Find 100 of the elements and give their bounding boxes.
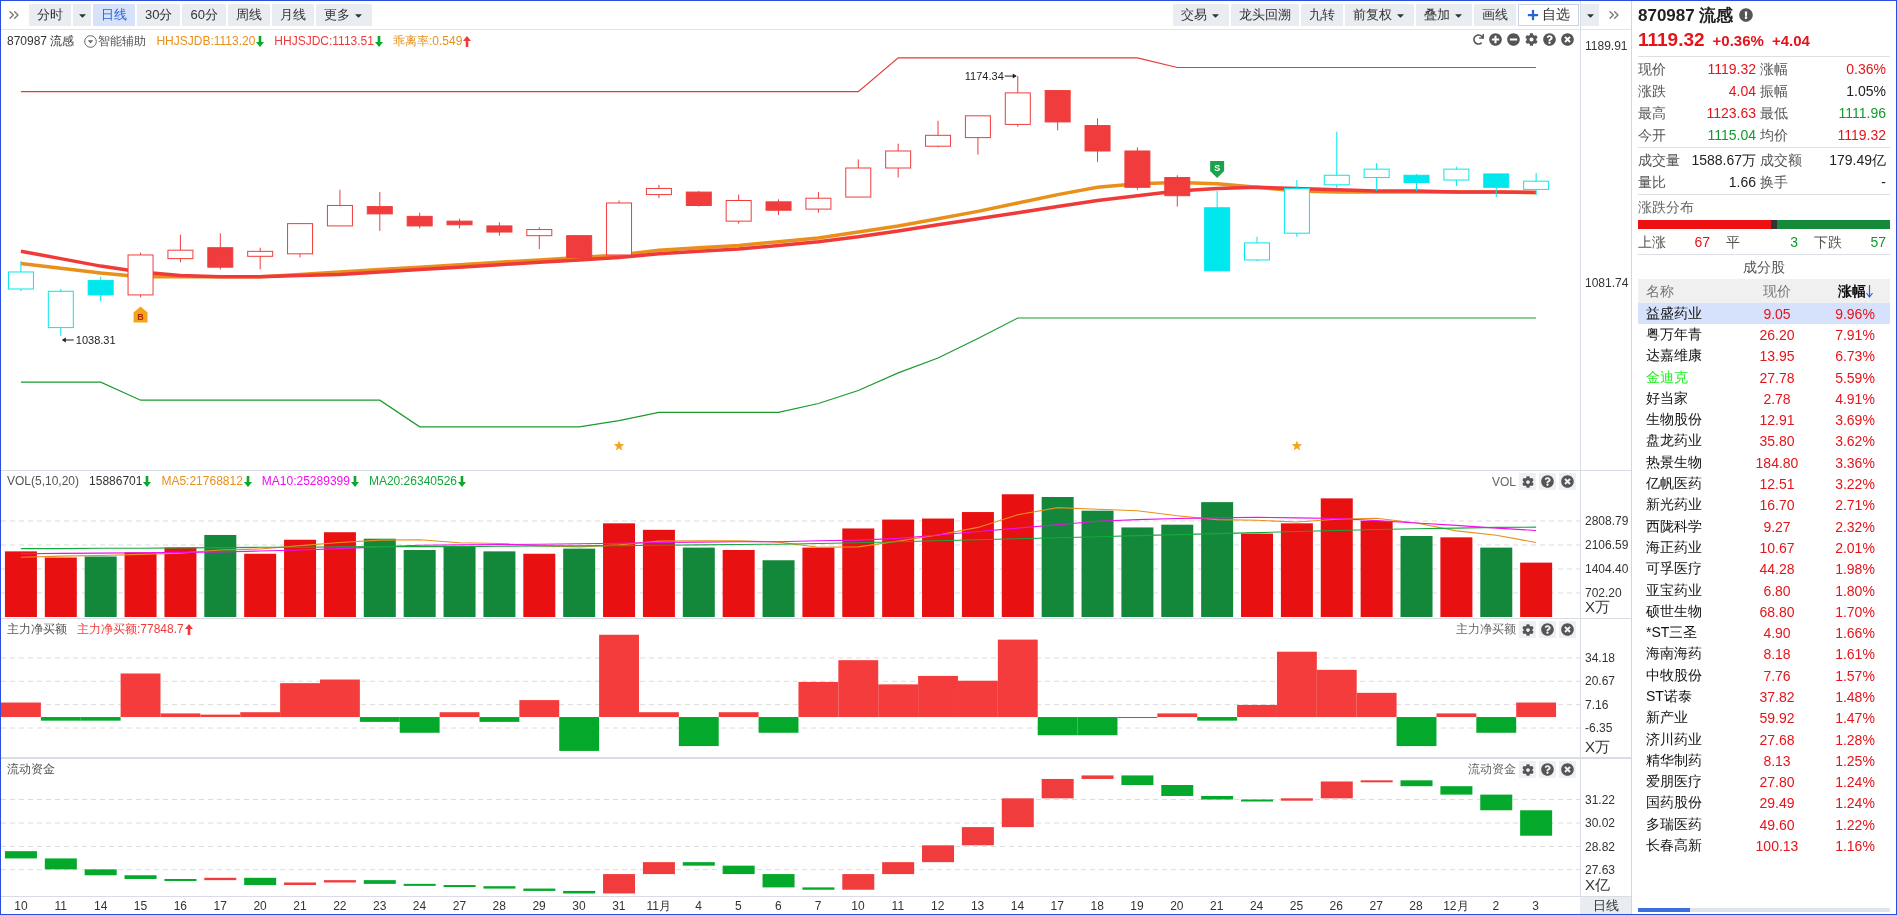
stock-price: 44.28 — [1758, 561, 1796, 578]
last-price: 1119.32 — [1638, 29, 1705, 51]
panel-title: VOL(5,10,20) — [7, 473, 80, 489]
stock-name: 海正药业 — [1645, 538, 1703, 557]
stock-row[interactable]: *ST三圣 4.90 1.66% — [1638, 622, 1890, 644]
column-header[interactable]: 现价 — [1734, 279, 1820, 303]
change-amount: +4.04 — [1771, 32, 1810, 49]
period-tab[interactable]: 60分 — [182, 4, 226, 26]
period-tab[interactable]: 更多 — [315, 4, 372, 26]
stock-row[interactable]: 亿帆医药 12.51 3.22% — [1638, 473, 1890, 495]
stock-row[interactable]: ST诺泰 37.82 1.48% — [1638, 686, 1890, 708]
date-label: 22 — [332, 898, 348, 914]
stock-row[interactable]: 爱朋医疗 27.80 1.24% — [1638, 771, 1890, 793]
period-tab[interactable]: 30分 — [137, 4, 181, 26]
quote-value: 179.49亿 — [1828, 151, 1887, 170]
stock-change: 3.62% — [1834, 433, 1876, 450]
indicator-value: 15886701 — [89, 473, 143, 489]
stock-price: 8.13 — [1762, 752, 1792, 769]
stock-row[interactable]: 硕世生物 68.80 1.70% — [1638, 601, 1890, 623]
buy-marker: B — [133, 306, 148, 323]
stock-row[interactable]: 益盛药业 9.05 9.96% — [1638, 303, 1890, 325]
stock-name: 盘龙药业 — [1645, 432, 1703, 451]
stock-price: 4.90 — [1762, 625, 1792, 642]
axis-label: 1404.40 — [1585, 562, 1629, 576]
date-label: 17 — [212, 898, 228, 914]
stock-row[interactable]: 精华制药 8.13 1.25% — [1638, 750, 1890, 772]
section-title: 成分股 — [1742, 258, 1786, 277]
stock-price: 12.91 — [1758, 412, 1796, 429]
quote-value: 1588.67万 — [1690, 151, 1757, 170]
stock-name: 济川药业 — [1645, 730, 1703, 749]
stock-row[interactable]: 新光药业 16.70 2.71% — [1638, 494, 1890, 516]
stock-row[interactable]: 金迪克 27.78 5.59% — [1638, 366, 1890, 389]
stock-price: 9.05 — [1762, 305, 1792, 322]
stock-change: 1.24% — [1834, 774, 1876, 791]
toolbar-button[interactable]: 交易 — [1173, 4, 1229, 26]
stock-name: 粤万年青 — [1645, 325, 1703, 344]
column-header[interactable]: 名称 — [1638, 279, 1734, 303]
date-label: 28 — [1408, 898, 1424, 914]
count-label: 下跌 — [1814, 233, 1842, 252]
column-header[interactable]: 涨幅 — [1820, 279, 1890, 303]
quote-label: 涨幅 — [1760, 60, 1789, 79]
date-label: 19 — [1129, 898, 1145, 914]
quote-value: 1119.32 — [1706, 60, 1757, 79]
stock-name: 国药股份 — [1645, 794, 1703, 813]
indicator-value: HHJSJDC:1113.51 — [274, 33, 374, 49]
stock-row[interactable]: 济川药业 27.68 1.28% — [1638, 728, 1890, 751]
toolbar-button[interactable]: 叠加 — [1416, 4, 1472, 26]
quote-label: 现价 — [1638, 60, 1667, 79]
date-label: 16 — [172, 898, 189, 914]
quote-value: 1123.63 — [1705, 104, 1757, 123]
stock-change: 9.96% — [1834, 305, 1876, 322]
stock-price: 100.13 — [1754, 838, 1800, 855]
stock-name: 多瑞医药 — [1645, 815, 1703, 834]
stock-row[interactable]: 新产业 59.92 1.47% — [1638, 707, 1890, 729]
stock-price: 27.68 — [1758, 731, 1796, 748]
toolbar-button[interactable]: 前复权 — [1345, 4, 1414, 26]
count-label: 上涨 — [1638, 233, 1666, 252]
stock-row[interactable]: 生物股份 12.91 3.69% — [1638, 409, 1890, 431]
stock-name: 新光药业 — [1645, 496, 1703, 515]
period-tab[interactable]: 日线 — [93, 4, 135, 26]
stock-change: 2.32% — [1834, 518, 1876, 535]
stock-row[interactable]: 热景生物 184.80 3.36% — [1638, 452, 1890, 474]
quote-value: - — [1880, 173, 1887, 192]
toolbar-button[interactable]: 九转 — [1301, 4, 1343, 26]
toolbar-button[interactable]: 龙头回溯 — [1231, 4, 1299, 26]
period-tab[interactable]: 月线 — [271, 4, 314, 26]
stock-row[interactable]: 中牧股份 7.76 1.57% — [1638, 665, 1890, 687]
stock-row[interactable]: 长春高新 100.13 1.16% — [1638, 835, 1890, 857]
stock-row[interactable]: 西陇科学 9.27 2.32% — [1638, 515, 1890, 538]
stock-row[interactable]: 粤万年青 26.20 7.91% — [1638, 324, 1890, 346]
period-tab[interactable]: 分时 — [29, 4, 71, 26]
stock-change: 1.25% — [1834, 752, 1876, 769]
favorite-button[interactable]: 自选 — [1518, 4, 1579, 26]
date-label: 27 — [1368, 898, 1384, 914]
stock-row[interactable]: 达嘉维康 13.95 6.73% — [1638, 345, 1890, 367]
stock-row[interactable]: 好当家 2.78 4.91% — [1638, 388, 1890, 410]
assist-toggle[interactable]: 智能辅助 — [98, 33, 147, 49]
stock-row[interactable]: 亚宝药业 6.80 1.80% — [1638, 579, 1890, 602]
stock-name: 亚宝药业 — [1645, 581, 1703, 600]
date-label: 10 — [13, 898, 29, 914]
stock-row[interactable]: 国药股份 29.49 1.24% — [1638, 792, 1890, 815]
stock-row[interactable]: 海正药业 10.67 2.01% — [1638, 537, 1890, 559]
stock-price: 6.80 — [1762, 582, 1792, 599]
stock-row[interactable]: 海南海药 8.18 1.61% — [1638, 643, 1890, 666]
quote-value: 1119.32 — [1836, 126, 1887, 145]
stock-price: 26.20 — [1758, 326, 1796, 343]
date-label: 30 — [571, 898, 587, 914]
stock-row[interactable]: 盘龙药业 35.80 3.62% — [1638, 430, 1890, 453]
stock-change: 1.66% — [1834, 625, 1876, 642]
axis-label: 28.82 — [1585, 839, 1616, 854]
stock-row[interactable]: 可孚医疗 44.28 1.98% — [1638, 558, 1890, 580]
toolbar-button[interactable]: 画线 — [1474, 4, 1516, 26]
count-value: 67 — [1694, 233, 1711, 252]
stock-row[interactable]: 多瑞医药 49.60 1.22% — [1638, 814, 1890, 836]
period-tab[interactable]: 周线 — [227, 4, 270, 26]
stock-title: 870987 流感 — [1638, 4, 1734, 27]
date-label: 11 — [53, 898, 68, 914]
date-label: 23 — [372, 898, 388, 914]
stock-change: 1.57% — [1834, 667, 1876, 684]
stock-change: 1.80% — [1834, 582, 1876, 599]
